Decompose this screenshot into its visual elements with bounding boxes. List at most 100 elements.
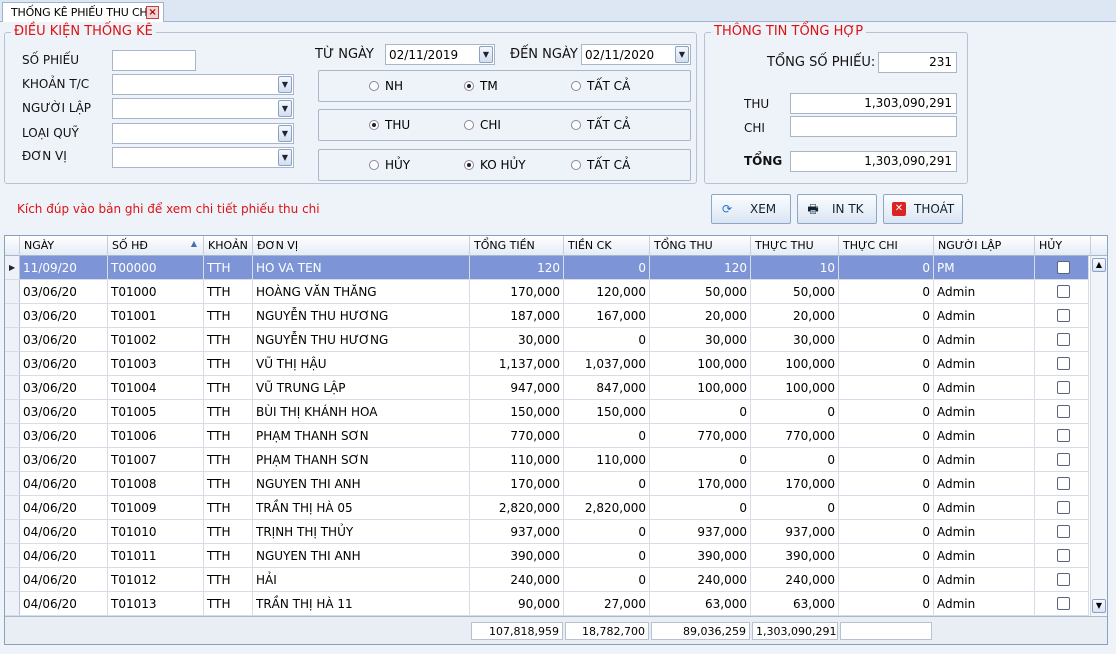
- table-row[interactable]: 03/06/20 T01007 TTH PHẠM THANH SƠN 110,000 11…: [5, 448, 1089, 472]
- tab-thong-ke[interactable]: THỐNG KÊ PHIẾU THU CHI ×: [2, 2, 164, 23]
- radio-tat-ca-3[interactable]: TẤT CẢ: [571, 158, 630, 172]
- row-header[interactable]: [5, 496, 20, 520]
- cell-nguoi-lap: Admin: [934, 304, 1035, 328]
- huy-checkbox[interactable]: [1057, 573, 1070, 586]
- close-icon[interactable]: ×: [146, 6, 159, 19]
- scroll-up-icon[interactable]: ▲: [1092, 258, 1106, 272]
- chevron-down-icon[interactable]: ▼: [479, 46, 493, 63]
- cell-khoan: TTH: [204, 544, 253, 568]
- huy-checkbox[interactable]: [1057, 381, 1070, 394]
- table-row[interactable]: 03/06/20 T01004 TTH VŨ TRUNG LẬP 947,000 847,…: [5, 376, 1089, 400]
- radio-tat-ca-2[interactable]: TẤT CẢ: [571, 118, 630, 132]
- row-header[interactable]: [5, 376, 20, 400]
- huy-checkbox[interactable]: [1057, 549, 1070, 562]
- huy-checkbox[interactable]: [1057, 597, 1070, 610]
- header-tien-ck[interactable]: TIỀN CK: [564, 236, 650, 256]
- radio-chi[interactable]: CHI: [464, 118, 501, 132]
- cell-ngay: 03/06/20: [20, 280, 108, 304]
- cell-so-hd: T01013: [108, 592, 204, 616]
- table-row[interactable]: 04/06/20 T01013 TTH TRẦN THỊ HÀ 11 90,000 27,…: [5, 592, 1089, 616]
- header-huy[interactable]: HỦY: [1035, 236, 1091, 256]
- table-row[interactable]: 03/06/20 T01001 TTH NGUYỄN THU HƯƠNG 187,000…: [5, 304, 1089, 328]
- huy-checkbox[interactable]: [1057, 357, 1070, 370]
- radio-ko-huy[interactable]: KO HỦY: [464, 158, 526, 172]
- row-pointer-icon[interactable]: ▶: [5, 256, 20, 280]
- thoat-button[interactable]: ✕ THOÁT: [883, 194, 963, 224]
- hint-text: Kích đúp vào bản ghi để xem chi tiết phi…: [17, 202, 320, 216]
- huy-checkbox[interactable]: [1057, 405, 1070, 418]
- cell-tong-tien: 120: [470, 256, 564, 280]
- huy-checkbox[interactable]: [1057, 261, 1070, 274]
- row-header[interactable]: [5, 400, 20, 424]
- huy-checkbox[interactable]: [1057, 429, 1070, 442]
- header-tong-tien[interactable]: TỔNG TIỀN: [470, 236, 564, 256]
- row-header[interactable]: [5, 472, 20, 496]
- cell-huy: [1035, 352, 1089, 376]
- huy-checkbox[interactable]: [1057, 453, 1070, 466]
- loai-quy-combo[interactable]: ▼: [112, 123, 294, 144]
- header-thuc-chi[interactable]: THỰC CHI: [839, 236, 934, 256]
- cell-tong-thu: 170,000: [650, 472, 751, 496]
- nguoi-lap-label: NGƯỜI LẬP: [22, 101, 92, 115]
- radio-dot: [571, 120, 581, 130]
- row-header[interactable]: [5, 592, 20, 616]
- header-thuc-thu[interactable]: THỰC THU: [751, 236, 839, 256]
- row-header[interactable]: [5, 328, 20, 352]
- cell-don-vi: TRỊNH THỊ THỦY: [253, 520, 470, 544]
- so-phieu-input[interactable]: [112, 50, 196, 71]
- huy-checkbox[interactable]: [1057, 477, 1070, 490]
- row-header[interactable]: [5, 520, 20, 544]
- chevron-down-icon[interactable]: ▼: [675, 46, 689, 63]
- table-row[interactable]: 04/06/20 T01009 TTH TRẦN THỊ HÀ 05 2,820,000…: [5, 496, 1089, 520]
- row-header[interactable]: [5, 448, 20, 472]
- radio-thu[interactable]: THU: [369, 118, 410, 132]
- huy-checkbox[interactable]: [1057, 525, 1070, 538]
- chevron-down-icon[interactable]: ▼: [278, 149, 292, 166]
- table-row[interactable]: 03/06/20 T01002 TTH NGUYỄN THU HƯƠNG 30,000 0…: [5, 328, 1089, 352]
- huy-checkbox[interactable]: [1057, 285, 1070, 298]
- vertical-scrollbar[interactable]: ▲ ▼: [1090, 256, 1107, 616]
- huy-checkbox[interactable]: [1057, 333, 1070, 346]
- huy-checkbox[interactable]: [1057, 309, 1070, 322]
- header-don-vi[interactable]: ĐƠN VỊ: [253, 236, 470, 256]
- huy-checkbox[interactable]: [1057, 501, 1070, 514]
- scroll-down-icon[interactable]: ▼: [1092, 599, 1106, 613]
- radio-nh[interactable]: NH: [369, 79, 403, 93]
- radio-tat-ca-1[interactable]: TẤT CẢ: [571, 79, 630, 93]
- chevron-down-icon[interactable]: ▼: [278, 100, 292, 117]
- table-row[interactable]: 03/06/20 T01003 TTH VŨ THỊ HẬU 1,137,000 1,03…: [5, 352, 1089, 376]
- table-row[interactable]: 04/06/20 T01010 TTH TRỊNH THỊ THỦY 937,000 0 9…: [5, 520, 1089, 544]
- don-vi-combo[interactable]: ▼: [112, 147, 294, 168]
- cell-thuc-chi: 0: [839, 376, 934, 400]
- tu-ngay-picker[interactable]: 02/11/2019 ▼: [385, 44, 495, 65]
- cell-khoan: TTH: [204, 352, 253, 376]
- table-row[interactable]: 03/06/20 T01006 TTH PHẠM THANH SƠN 770,000 0 7…: [5, 424, 1089, 448]
- khoan-tc-combo[interactable]: ▼: [112, 74, 294, 95]
- table-row[interactable]: 04/06/20 T01011 TTH NGUYEN THI ANH 390,000 0 3…: [5, 544, 1089, 568]
- chevron-down-icon[interactable]: ▼: [278, 125, 292, 142]
- row-header[interactable]: [5, 544, 20, 568]
- header-nguoi-lap[interactable]: NGƯỜI LẬP: [934, 236, 1035, 256]
- table-row[interactable]: 03/06/20 T01005 TTH BÙI THỊ KHÁNH HOA 150,00…: [5, 400, 1089, 424]
- den-ngay-picker[interactable]: 02/11/2020 ▼: [581, 44, 691, 65]
- row-header[interactable]: [5, 280, 20, 304]
- radio-huy[interactable]: HỦY: [369, 158, 410, 172]
- table-row[interactable]: 04/06/20 T01012 TTH HẢI 240,000 0 240,000 240,0…: [5, 568, 1089, 592]
- cell-thuc-chi: 0: [839, 304, 934, 328]
- nguoi-lap-combo[interactable]: ▼: [112, 98, 294, 119]
- in-tk-button[interactable]: 🖶 IN TK: [797, 194, 877, 224]
- table-row[interactable]: ▶ 11/09/20 T00000 TTH HO VA TEN 120 0 120 10 0 PM: [5, 256, 1089, 280]
- chevron-down-icon[interactable]: ▼: [278, 76, 292, 93]
- header-tong-thu[interactable]: TỔNG THU: [650, 236, 751, 256]
- header-khoan[interactable]: KHOẢN: [204, 236, 253, 256]
- header-so-hd[interactable]: SỐ HĐ ▲: [108, 236, 204, 256]
- xem-button[interactable]: ⟳ XEM: [711, 194, 791, 224]
- radio-tm[interactable]: TM: [464, 79, 498, 93]
- row-header[interactable]: [5, 352, 20, 376]
- row-header[interactable]: [5, 568, 20, 592]
- table-row[interactable]: 04/06/20 T01008 TTH NGUYEN THI ANH 170,000 0 1…: [5, 472, 1089, 496]
- row-header[interactable]: [5, 424, 20, 448]
- row-header[interactable]: [5, 304, 20, 328]
- header-ngay[interactable]: NGÀY: [20, 236, 108, 256]
- table-row[interactable]: 03/06/20 T01000 TTH HOÀNG VĂN THĂNG 170,000 1…: [5, 280, 1089, 304]
